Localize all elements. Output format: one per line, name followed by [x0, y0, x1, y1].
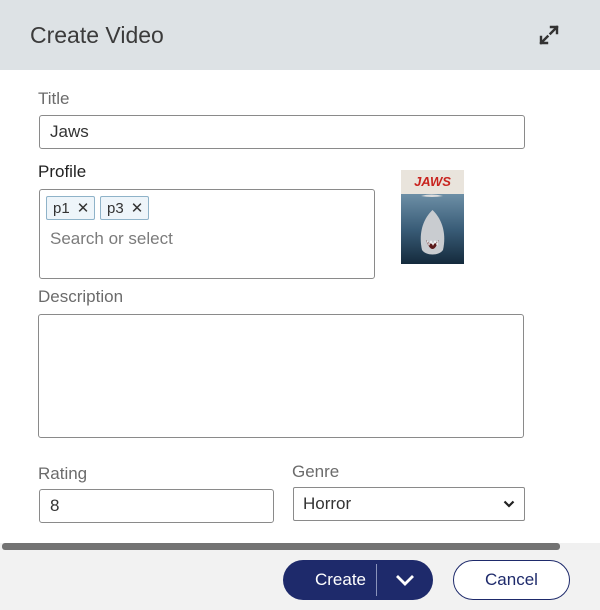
profile-chip-p3: p3 ✕ [100, 196, 150, 220]
title-label: Title [38, 89, 70, 108]
dialog-title: Create Video [30, 22, 164, 48]
remove-chip-icon[interactable]: ✕ [131, 199, 144, 217]
cancel-button[interactable]: Cancel [453, 560, 570, 600]
title-input[interactable]: Jaws [39, 115, 525, 149]
genre-selected-value: Horror [303, 494, 352, 513]
create-button[interactable]: Create [283, 560, 376, 600]
chip-label: p1 [53, 199, 70, 217]
description-label: Description [38, 287, 124, 306]
create-split-button: Create [283, 560, 433, 600]
genre-label: Genre [292, 462, 340, 481]
chip-label: p3 [107, 199, 124, 217]
poster-title-text: JAWS [414, 174, 451, 189]
rating-label: Rating [38, 464, 88, 483]
profile-search-placeholder[interactable]: Search or select [50, 229, 173, 249]
chevron-down-icon [396, 575, 414, 586]
profile-chip-p1: p1 ✕ [46, 196, 96, 220]
profile-multiselect[interactable]: p1 ✕ p3 ✕ Search or select [39, 189, 375, 279]
poster-thumbnail: JAWS [401, 170, 464, 264]
rating-input[interactable]: 8 [39, 489, 274, 523]
title-input-value: Jaws [50, 122, 89, 141]
create-options-button[interactable] [377, 560, 433, 600]
expand-icon[interactable] [538, 24, 560, 46]
profile-label: Profile [38, 162, 87, 181]
dialog-header: Create Video [0, 0, 600, 70]
description-textarea[interactable] [38, 314, 524, 438]
genre-select[interactable]: Horror [293, 487, 525, 521]
remove-chip-icon[interactable]: ✕ [77, 199, 90, 217]
horizontal-scrollbar-thumb[interactable] [2, 543, 560, 550]
chevron-down-icon [503, 500, 515, 508]
rating-input-value: 8 [50, 496, 60, 515]
